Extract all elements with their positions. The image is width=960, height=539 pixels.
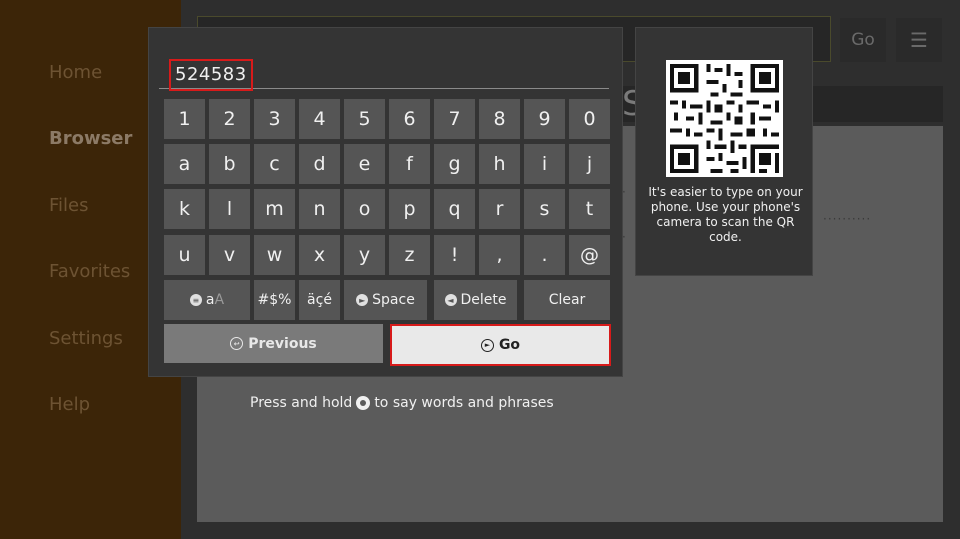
key-f[interactable]: f bbox=[389, 144, 430, 184]
key-c[interactable]: c bbox=[254, 144, 295, 184]
key-s[interactable]: s bbox=[524, 189, 565, 229]
sidebar-item-home[interactable]: Home bbox=[49, 62, 102, 83]
key-q[interactable]: q bbox=[434, 189, 475, 229]
key-period[interactable]: . bbox=[524, 235, 565, 275]
menu-button-icon: ≡ bbox=[189, 294, 202, 306]
go-button[interactable]: ► Go bbox=[390, 324, 611, 366]
case-toggle-key[interactable]: ≡ aA bbox=[164, 280, 250, 320]
menu-button[interactable]: ☰ bbox=[896, 18, 942, 62]
url-go-button[interactable]: Go bbox=[840, 18, 886, 62]
qr-code bbox=[666, 60, 783, 177]
key-5[interactable]: 5 bbox=[344, 99, 385, 139]
voice-hint: Press and hold to say words and phrases bbox=[250, 395, 554, 411]
key-9[interactable]: 9 bbox=[524, 99, 565, 139]
space-label: Space bbox=[372, 292, 415, 308]
keyboard-panel: 524583 1 2 3 4 5 6 7 8 9 0 a b c d e f g… bbox=[148, 27, 623, 377]
space-key[interactable]: ► Space bbox=[344, 280, 427, 320]
key-b[interactable]: b bbox=[209, 144, 250, 184]
key-l[interactable]: l bbox=[209, 189, 250, 229]
microphone-button-icon bbox=[356, 396, 371, 410]
key-i[interactable]: i bbox=[524, 144, 565, 184]
keyboard-input-field[interactable]: 524583 bbox=[159, 58, 609, 91]
previous-button[interactable]: ↩ Previous bbox=[164, 324, 383, 363]
sidebar-item-favorites[interactable]: Favorites bbox=[49, 261, 130, 282]
key-o[interactable]: o bbox=[344, 189, 385, 229]
key-m[interactable]: m bbox=[254, 189, 295, 229]
play-pause-icon: ► bbox=[356, 294, 369, 306]
menu-icon: ☰ bbox=[910, 28, 928, 52]
key-7[interactable]: 7 bbox=[434, 99, 475, 139]
voice-hint-text-before: Press and hold bbox=[250, 395, 353, 411]
back-icon: ↩ bbox=[230, 337, 244, 350]
previous-label: Previous bbox=[248, 335, 317, 352]
clear-key[interactable]: Clear bbox=[524, 280, 610, 320]
key-a[interactable]: a bbox=[164, 144, 205, 184]
key-1[interactable]: 1 bbox=[164, 99, 205, 139]
key-0[interactable]: 0 bbox=[569, 99, 610, 139]
voice-hint-text-after: to say words and phrases bbox=[374, 395, 554, 411]
key-w[interactable]: w bbox=[254, 235, 295, 275]
sidebar-item-files[interactable]: Files bbox=[49, 195, 89, 216]
sidebar-item-help[interactable]: Help bbox=[49, 394, 90, 415]
case-label: a bbox=[205, 292, 215, 308]
key-g[interactable]: g bbox=[434, 144, 475, 184]
key-p[interactable]: p bbox=[389, 189, 430, 229]
key-exclamation[interactable]: ! bbox=[434, 235, 475, 275]
play-pause-icon: ► bbox=[480, 338, 494, 352]
key-k[interactable]: k bbox=[164, 189, 205, 229]
key-4[interactable]: 4 bbox=[299, 99, 340, 139]
key-j[interactable]: j bbox=[569, 144, 610, 184]
delete-label: Delete bbox=[460, 292, 507, 308]
key-v[interactable]: v bbox=[209, 235, 250, 275]
key-2[interactable]: 2 bbox=[209, 99, 250, 139]
key-d[interactable]: d bbox=[299, 144, 340, 184]
qr-instructions: It's easier to type on your phone. Use y… bbox=[648, 185, 803, 244]
key-3[interactable]: 3 bbox=[254, 99, 295, 139]
sidebar-item-settings[interactable]: Settings bbox=[49, 328, 123, 349]
qr-panel: It's easier to type on your phone. Use y… bbox=[635, 27, 813, 276]
key-at[interactable]: @ bbox=[569, 235, 610, 275]
key-8[interactable]: 8 bbox=[479, 99, 520, 139]
symbols-key[interactable]: #$% bbox=[254, 280, 295, 320]
key-h[interactable]: h bbox=[479, 144, 520, 184]
key-x[interactable]: x bbox=[299, 235, 340, 275]
rewind-icon: ◄ bbox=[444, 294, 457, 306]
delete-key[interactable]: ◄ Delete bbox=[434, 280, 517, 320]
key-u[interactable]: u bbox=[164, 235, 205, 275]
key-n[interactable]: n bbox=[299, 189, 340, 229]
key-comma[interactable]: , bbox=[479, 235, 520, 275]
keyboard-input-value: 524583 bbox=[169, 59, 253, 91]
key-6[interactable]: 6 bbox=[389, 99, 430, 139]
key-z[interactable]: z bbox=[389, 235, 430, 275]
key-t[interactable]: t bbox=[569, 189, 610, 229]
sidebar-item-browser[interactable]: Browser bbox=[49, 128, 132, 149]
case-label-dim: A bbox=[214, 292, 225, 308]
go-label: Go bbox=[498, 337, 521, 353]
page-dots-decoration: ·········· bbox=[823, 212, 872, 226]
key-y[interactable]: y bbox=[344, 235, 385, 275]
accents-key[interactable]: äçé bbox=[299, 280, 340, 320]
key-r[interactable]: r bbox=[479, 189, 520, 229]
key-e[interactable]: e bbox=[344, 144, 385, 184]
